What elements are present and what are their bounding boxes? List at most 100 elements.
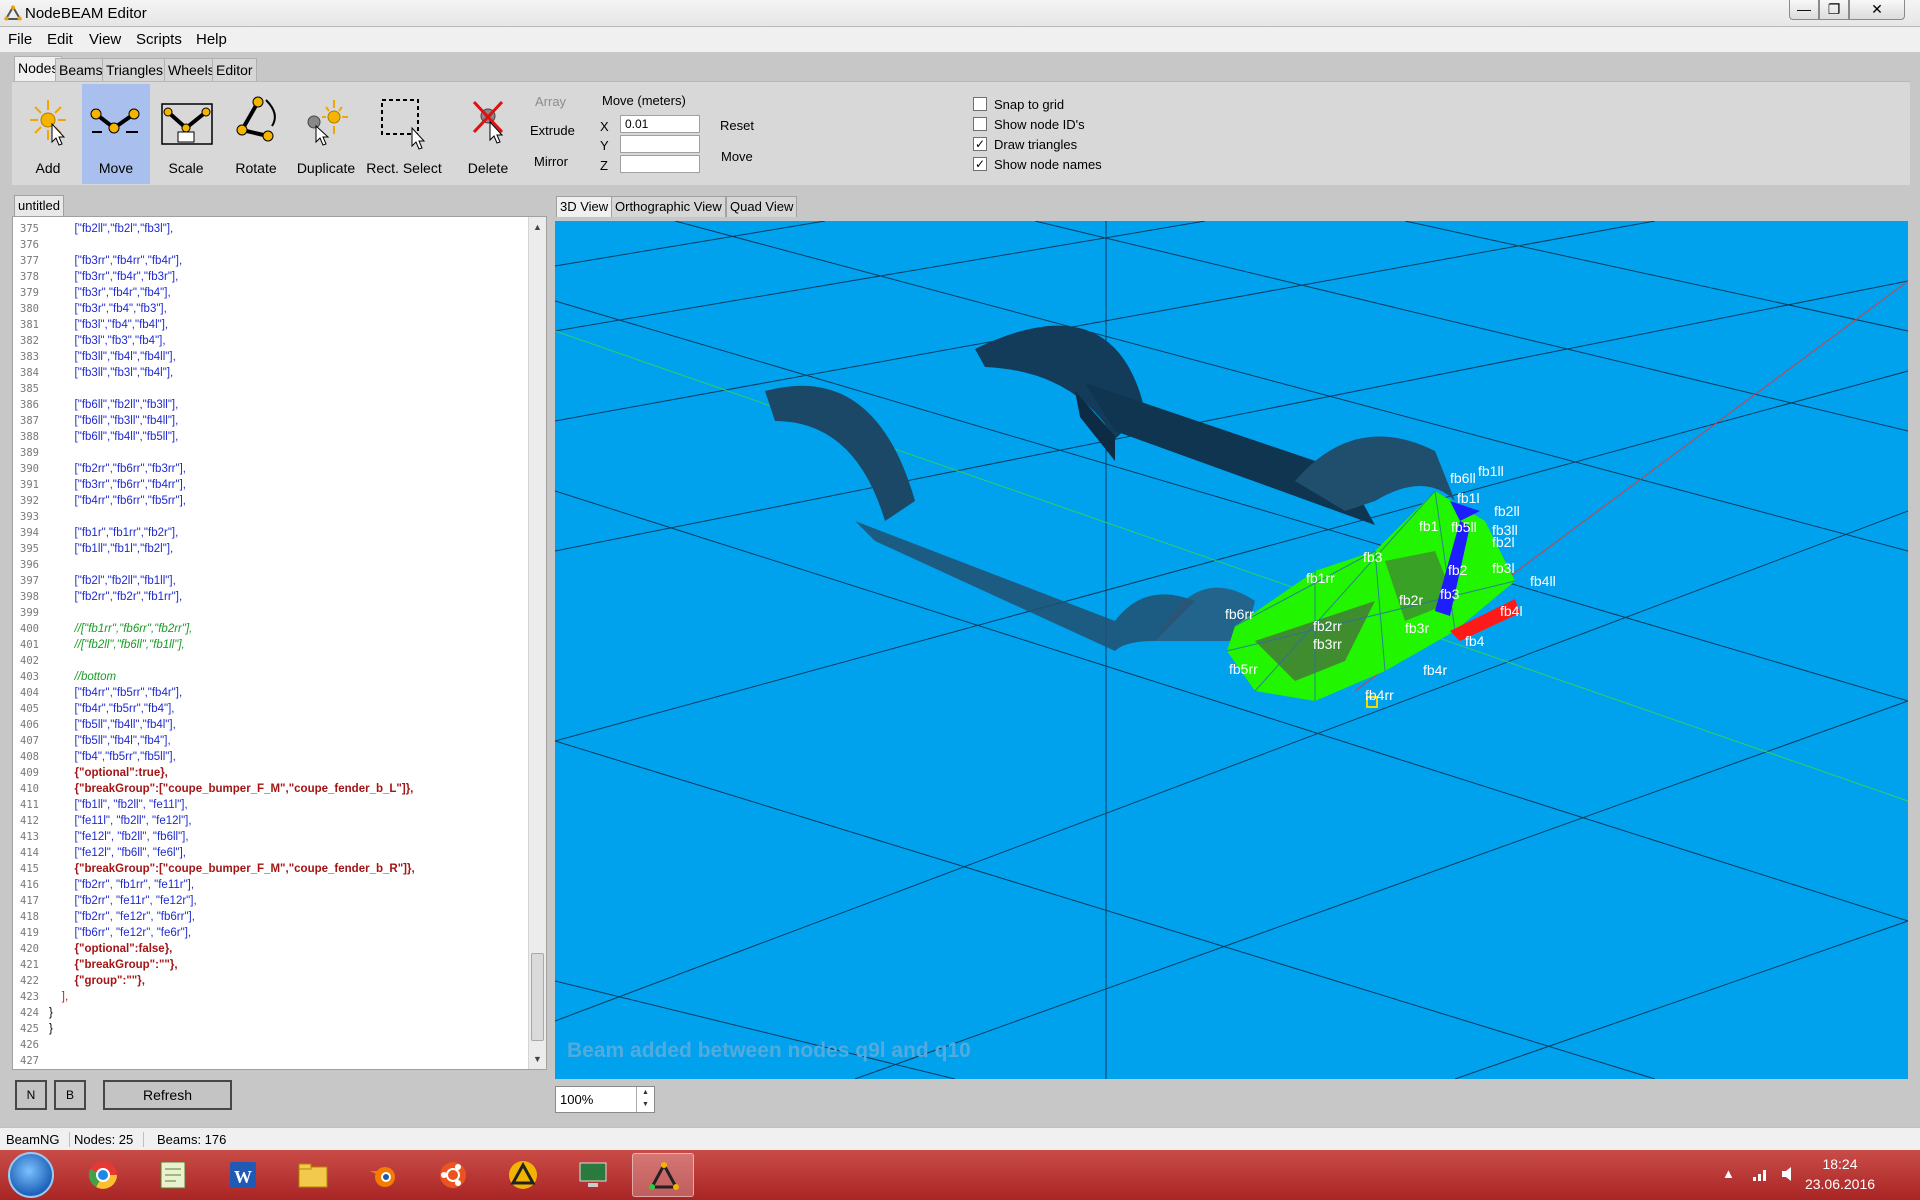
tool-rect-select[interactable]: Rect. Select bbox=[364, 84, 444, 184]
tool-delete[interactable]: Delete bbox=[454, 84, 522, 184]
code-line[interactable]: ["fe12l", "fb6ll", "fe6l"], bbox=[49, 845, 519, 861]
x-input[interactable]: 0.01 bbox=[620, 115, 700, 133]
tool-rotate[interactable]: Rotate bbox=[222, 84, 290, 184]
explorer-icon[interactable] bbox=[282, 1153, 344, 1197]
code-line[interactable] bbox=[49, 381, 519, 397]
menu-help[interactable]: Help bbox=[196, 31, 227, 48]
signal-icon[interactable] bbox=[1752, 1166, 1770, 1182]
code-line[interactable]: ["fb2ll","fb2l","fb3l"], bbox=[49, 221, 519, 237]
remote-desktop-icon[interactable] bbox=[562, 1153, 624, 1197]
code-line[interactable]: ["fb3l","fb4","fb4l"], bbox=[49, 317, 519, 333]
code-line[interactable]: ["fe12l", "fb2ll", "fb6ll"], bbox=[49, 829, 519, 845]
editor-scrollbar[interactable]: ▲ ▼ bbox=[528, 217, 546, 1069]
code-line[interactable]: } bbox=[49, 1005, 519, 1021]
tab-wheels[interactable]: Wheels bbox=[164, 58, 219, 81]
menu-scripts[interactable]: Scripts bbox=[136, 31, 182, 48]
code-line[interactable]: ], bbox=[49, 989, 519, 1005]
code-line[interactable]: ["fb3ll","fb4l","fb4ll"], bbox=[49, 349, 519, 365]
code-line[interactable]: ["fe11l", "fb2ll", "fe12l"], bbox=[49, 813, 519, 829]
code-line[interactable]: {"breakGroup":["coupe_bumper_F_M","coupe… bbox=[49, 861, 519, 877]
z-input[interactable] bbox=[620, 155, 700, 173]
tab-editor[interactable]: Editor bbox=[212, 58, 257, 81]
minimize-button[interactable]: — bbox=[1789, 0, 1819, 20]
maximize-button[interactable]: ❐ bbox=[1819, 0, 1849, 20]
scroll-up-icon[interactable]: ▲ bbox=[533, 222, 542, 232]
app-triangle-icon[interactable] bbox=[492, 1153, 554, 1197]
code-line[interactable]: ["fb3ll","fb3l","fb4l"], bbox=[49, 365, 519, 381]
code-line[interactable] bbox=[49, 509, 519, 525]
code-line[interactable]: ["fb2l","fb2ll","fb1ll"], bbox=[49, 573, 519, 589]
zoom-down-icon[interactable]: ▼ bbox=[637, 1099, 654, 1111]
code-line[interactable]: ["fb4r","fb5rr","fb4"], bbox=[49, 701, 519, 717]
code-line[interactable] bbox=[49, 237, 519, 253]
code-line[interactable]: ["fb5ll","fb4ll","fb4l"], bbox=[49, 717, 519, 733]
code-line[interactable]: {"breakGroup":["coupe_bumper_F_M","coupe… bbox=[49, 781, 519, 797]
y-input[interactable] bbox=[620, 135, 700, 153]
code-line[interactable]: ["fb1r","fb1rr","fb2r"], bbox=[49, 525, 519, 541]
3d-viewport[interactable]: fb6ll fb1ll fb1l fb2ll fb1 fb5ll fb3ll f… bbox=[555, 221, 1908, 1079]
move-button[interactable]: Move bbox=[721, 149, 753, 164]
code-line[interactable] bbox=[49, 1037, 519, 1053]
n-button[interactable]: N bbox=[15, 1080, 47, 1110]
tool-move[interactable]: Move bbox=[82, 84, 150, 184]
snap-to-grid-checkbox[interactable] bbox=[973, 97, 987, 111]
code-line[interactable]: ["fb2rr", "fb1rr", "fe11r"], bbox=[49, 877, 519, 893]
blender-icon[interactable] bbox=[352, 1153, 414, 1197]
code-line[interactable]: ["fb5ll","fb4l","fb4"], bbox=[49, 733, 519, 749]
code-line[interactable]: ["fb1ll","fb1l","fb2l"], bbox=[49, 541, 519, 557]
code-line[interactable]: ["fb3rr","fb6rr","fb4rr"], bbox=[49, 477, 519, 493]
code-content[interactable]: ["fb2ll","fb2l","fb3l"], ["fb3rr","fb4rr… bbox=[49, 221, 519, 1069]
code-line[interactable]: ["fb3l","fb3","fb4"], bbox=[49, 333, 519, 349]
code-line[interactable]: {"optional":false}, bbox=[49, 941, 519, 957]
show-node-names-checkbox[interactable]: ✓ bbox=[973, 157, 987, 171]
code-line[interactable]: ["fb1ll", "fb2ll", "fe11l"], bbox=[49, 797, 519, 813]
code-line[interactable]: ["fb6rr", "fe12r", "fe6r"], bbox=[49, 925, 519, 941]
code-line[interactable]: ["fb6ll","fb2ll","fb3ll"], bbox=[49, 397, 519, 413]
menu-file[interactable]: File bbox=[8, 31, 32, 48]
ubuntu-icon[interactable] bbox=[422, 1153, 484, 1197]
code-line[interactable]: {"breakGroup":""}, bbox=[49, 957, 519, 973]
menu-view[interactable]: View bbox=[89, 31, 121, 48]
tab-beams[interactable]: Beams bbox=[55, 58, 107, 81]
code-line[interactable] bbox=[49, 605, 519, 621]
code-line[interactable]: ["fb4rr","fb6rr","fb5rr"], bbox=[49, 493, 519, 509]
tab-quad-view[interactable]: Quad View bbox=[726, 196, 798, 217]
reset-button[interactable]: Reset bbox=[720, 118, 754, 133]
code-line[interactable]: ["fb3r","fb4","fb3"], bbox=[49, 301, 519, 317]
clock[interactable]: 18:24 23.06.2016 bbox=[1800, 1154, 1880, 1194]
code-line[interactable]: ["fb4","fb5rr","fb5ll"], bbox=[49, 749, 519, 765]
tab-orthographic-view[interactable]: Orthographic View bbox=[611, 196, 726, 217]
chrome-icon[interactable] bbox=[72, 1153, 134, 1197]
draw-triangles-checkbox[interactable]: ✓ bbox=[973, 137, 987, 151]
code-line[interactable] bbox=[49, 557, 519, 573]
code-line[interactable]: ["fb2rr", "fe11r", "fe12r"], bbox=[49, 893, 519, 909]
code-line[interactable]: //["fb1rr","fb6rr","fb2rr"], bbox=[49, 621, 519, 637]
start-button[interactable] bbox=[8, 1152, 54, 1198]
volume-icon[interactable] bbox=[1780, 1166, 1798, 1182]
nodebeam-icon[interactable] bbox=[632, 1153, 694, 1197]
code-line[interactable]: {"optional":true}, bbox=[49, 765, 519, 781]
code-line[interactable]: ["fb3rr","fb4rr","fb4r"], bbox=[49, 253, 519, 269]
code-line[interactable]: //bottom bbox=[49, 669, 519, 685]
code-line[interactable]: ["fb4rr","fb5rr","fb4r"], bbox=[49, 685, 519, 701]
code-editor[interactable]: 375 376 377 378 379 380 381 382 383 384 385 386 387 3… bbox=[12, 216, 547, 1070]
code-line[interactable] bbox=[49, 445, 519, 461]
code-line[interactable] bbox=[49, 1053, 519, 1069]
editor-tab-untitled[interactable]: untitled bbox=[14, 195, 64, 216]
zoom-up-icon[interactable]: ▲ bbox=[637, 1087, 654, 1099]
close-button[interactable]: ✕ bbox=[1849, 0, 1905, 20]
zoom-spinner[interactable]: ▲ ▼ bbox=[636, 1087, 654, 1112]
code-line[interactable]: ["fb6ll","fb4ll","fb5ll"], bbox=[49, 429, 519, 445]
code-line[interactable]: } bbox=[49, 1021, 519, 1037]
code-line[interactable]: ["fb2rr", "fe12r", "fb6rr"], bbox=[49, 909, 519, 925]
tool-add[interactable]: Add bbox=[14, 84, 82, 184]
mirror-button[interactable]: Mirror bbox=[534, 154, 568, 169]
tab-triangles[interactable]: Triangles bbox=[102, 58, 168, 81]
code-line[interactable] bbox=[49, 653, 519, 669]
extrude-button[interactable]: Extrude bbox=[530, 123, 575, 138]
word-icon[interactable]: W bbox=[212, 1153, 274, 1197]
tab-3d-view[interactable]: 3D View bbox=[556, 196, 613, 217]
b-button[interactable]: B bbox=[54, 1080, 86, 1110]
code-line[interactable]: //["fb2ll","fb6ll","fb1ll"], bbox=[49, 637, 519, 653]
code-line[interactable]: ["fb3r","fb4r","fb4"], bbox=[49, 285, 519, 301]
